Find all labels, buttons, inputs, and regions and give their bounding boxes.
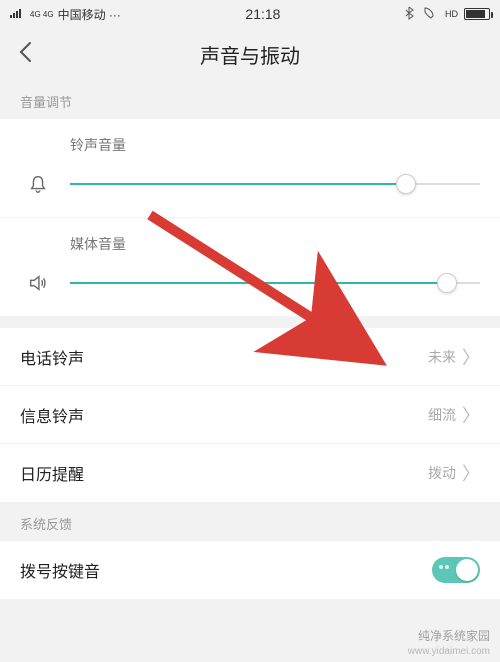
media-volume-block: 媒体音量 xyxy=(0,217,500,316)
chevron-right-icon: 〉 xyxy=(462,460,480,486)
bluetooth-icon xyxy=(405,6,415,23)
clock: 21:18 xyxy=(245,6,280,22)
speaker-icon xyxy=(20,272,56,294)
hd-label: HD xyxy=(445,9,458,19)
ringtone-volume-block: 铃声音量 xyxy=(0,119,500,217)
sms-ringtone-label: 信息铃声 xyxy=(20,403,84,427)
calendar-reminder-value: 拨动 xyxy=(428,463,456,483)
calendar-reminder-item[interactable]: 日历提醒 拨动 〉 xyxy=(0,444,500,502)
back-button[interactable] xyxy=(18,39,32,70)
status-bar: 4G 4G 中国移动 ··· 21:18 HD xyxy=(0,0,500,28)
phone-ringtone-value: 未来 xyxy=(428,347,456,367)
section-volume-label: 音量调节 xyxy=(0,80,500,119)
chevron-right-icon: 〉 xyxy=(462,402,480,428)
ringtone-volume-slider[interactable] xyxy=(70,183,480,185)
ringtone-volume-label: 铃声音量 xyxy=(20,135,480,155)
bell-icon xyxy=(20,173,56,195)
media-volume-label: 媒体音量 xyxy=(20,234,480,254)
network-type: 4G 4G xyxy=(30,10,54,19)
watermark: 纯净系统家园 www.yidaimei.com xyxy=(408,629,490,658)
watermark-text: 纯净系统家园 xyxy=(408,629,490,645)
dialpad-sound-item: 拨号按键音 xyxy=(0,541,500,599)
sms-ringtone-item[interactable]: 信息铃声 细流 〉 xyxy=(0,386,500,444)
chevron-right-icon: 〉 xyxy=(462,344,480,370)
watermark-url: www.yidaimei.com xyxy=(408,645,490,658)
phone-ringtone-label: 电话铃声 xyxy=(20,345,84,369)
page-title: 声音与振动 xyxy=(200,40,300,69)
sms-ringtone-value: 细流 xyxy=(428,405,456,425)
dialpad-sound-label: 拨号按键音 xyxy=(20,558,100,582)
status-left: 4G 4G 中国移动 ··· xyxy=(10,6,121,23)
dialpad-sound-toggle[interactable] xyxy=(432,557,480,583)
carrier-label: 中国移动 ··· xyxy=(58,6,121,23)
divider xyxy=(0,316,500,328)
signal-icon xyxy=(10,7,26,21)
media-volume-slider[interactable] xyxy=(70,282,480,284)
section-feedback-label: 系统反馈 xyxy=(0,502,500,541)
header: 声音与振动 xyxy=(0,28,500,80)
status-right: HD xyxy=(405,6,490,23)
battery-icon xyxy=(464,8,490,20)
volte-icon xyxy=(421,6,439,23)
phone-ringtone-item[interactable]: 电话铃声 未来 〉 xyxy=(0,328,500,386)
calendar-reminder-label: 日历提醒 xyxy=(20,461,84,485)
